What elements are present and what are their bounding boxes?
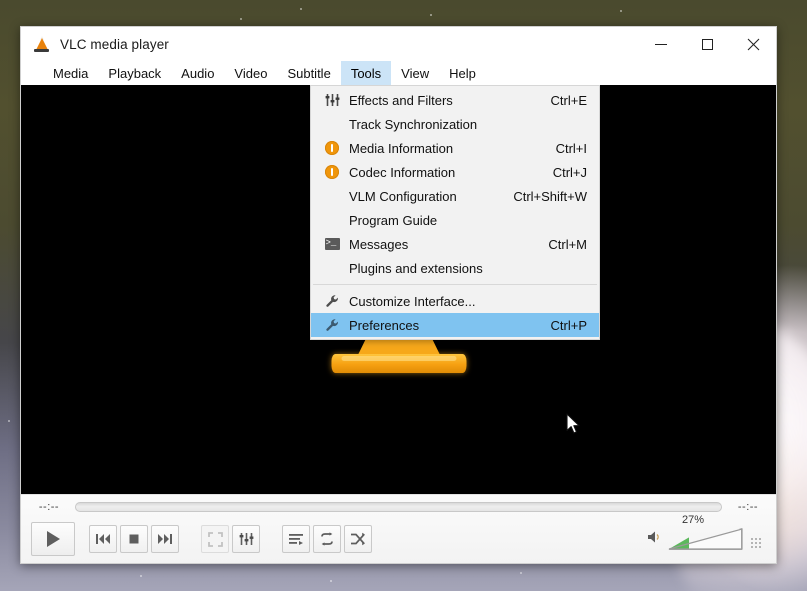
- vlc-cone-icon: [33, 35, 51, 53]
- next-button[interactable]: [151, 525, 179, 553]
- menu-item-preferences[interactable]: Preferences Ctrl+P: [311, 313, 599, 337]
- title-bar[interactable]: VLC media player: [21, 27, 776, 61]
- menu-item-shortcut: Ctrl+E: [550, 92, 587, 108]
- playlist-button[interactable]: [282, 525, 310, 553]
- loop-button[interactable]: [313, 525, 341, 553]
- menu-tools[interactable]: Tools: [340, 61, 392, 85]
- play-button[interactable]: [31, 522, 75, 556]
- info-icon: [317, 141, 347, 155]
- menu-item-track-synchronization[interactable]: Track Synchronization: [311, 112, 599, 136]
- menu-video[interactable]: Video: [224, 61, 277, 85]
- menu-item-label: Track Synchronization: [349, 116, 478, 132]
- menu-item-label: Preferences: [349, 317, 420, 333]
- shuffle-icon: [351, 532, 365, 546]
- tools-dropdown-menu: Effects and Filters Ctrl+E Track Synchro…: [310, 85, 600, 340]
- menu-item-codec-information[interactable]: Codec Information Ctrl+J: [311, 160, 599, 184]
- loop-icon: [321, 532, 333, 546]
- menu-item-label: Media Information: [349, 140, 454, 156]
- menu-item-label: Codec Information: [349, 164, 456, 180]
- menu-item-plugins-and-extensions[interactable]: Plugins and extensions: [311, 256, 599, 280]
- menu-item-shortcut: Ctrl+Shift+W: [513, 188, 587, 204]
- wrench-icon: [317, 318, 347, 333]
- menu-item-shortcut: Ctrl+J: [552, 164, 587, 180]
- menu-video-label: Video: [234, 65, 268, 81]
- menu-item-label: Program Guide: [349, 212, 438, 228]
- seek-row: --:-- --:--: [21, 495, 776, 519]
- menu-separator: [313, 284, 597, 285]
- speaker-icon[interactable]: [647, 530, 662, 549]
- menu-media[interactable]: Media: [43, 61, 98, 85]
- control-bar: --:-- --:-- 27%: [21, 494, 776, 563]
- menu-media-label: Media: [53, 65, 89, 81]
- menu-audio[interactable]: Audio: [171, 61, 224, 85]
- menu-item-customize-interface[interactable]: Customize Interface...: [311, 289, 599, 313]
- extended-settings-button[interactable]: [232, 525, 260, 553]
- playlist-icon: [289, 534, 303, 545]
- vlc-media-player-window: VLC media player Media Playback Audio Vi…: [20, 26, 777, 564]
- previous-icon: [96, 534, 110, 544]
- playlist-group: [282, 525, 372, 553]
- window-title: VLC media player: [60, 36, 169, 52]
- mouse-cursor: [566, 413, 582, 442]
- menu-item-label: Plugins and extensions: [349, 260, 483, 276]
- console-icon: [317, 236, 347, 250]
- resize-grip-icon[interactable]: [750, 537, 762, 549]
- menu-item-media-information[interactable]: Media Information Ctrl+I: [311, 136, 599, 160]
- stop-button[interactable]: [120, 525, 148, 553]
- seek-slider[interactable]: [75, 502, 722, 512]
- volume-control[interactable]: 27%: [647, 514, 766, 551]
- wrench-icon: [317, 294, 347, 309]
- menu-help[interactable]: Help: [439, 61, 486, 85]
- fullscreen-icon: [207, 531, 223, 547]
- shuffle-button[interactable]: [344, 525, 372, 553]
- volume-slider[interactable]: 27%: [668, 514, 743, 551]
- elapsed-time: --:--: [38, 501, 60, 513]
- menu-item-shortcut: Ctrl+I: [555, 140, 587, 156]
- equalizer-icon: [239, 533, 253, 545]
- menu-item-label: Customize Interface...: [349, 293, 476, 309]
- total-time: --:--: [737, 501, 759, 513]
- maximize-button[interactable]: [684, 27, 730, 61]
- window-controls: [638, 27, 776, 61]
- menu-view[interactable]: View: [391, 61, 439, 85]
- menu-subtitle-label: Subtitle: [287, 65, 331, 81]
- menu-item-messages[interactable]: Messages Ctrl+M: [311, 232, 599, 256]
- volume-label: 27%: [682, 514, 705, 526]
- button-row: 27%: [21, 514, 776, 563]
- close-icon: [747, 38, 759, 50]
- fullscreen-button[interactable]: [201, 525, 229, 553]
- info-icon: [317, 165, 347, 179]
- previous-button[interactable]: [89, 525, 117, 553]
- next-icon: [158, 534, 172, 544]
- menu-item-label: VLM Configuration: [349, 188, 457, 204]
- menu-view-label: View: [401, 65, 430, 81]
- menu-subtitle[interactable]: Subtitle: [277, 61, 340, 85]
- minimize-button[interactable]: [638, 27, 684, 61]
- menu-bar: Media Playback Audio Video Subtitle Tool…: [21, 61, 776, 85]
- menu-playback-label: Playback: [108, 65, 162, 81]
- maximize-icon: [701, 38, 713, 50]
- minimize-icon: [655, 43, 667, 45]
- menu-item-label: Messages: [349, 236, 409, 252]
- menu-audio-label: Audio: [181, 65, 215, 81]
- transport-group: [89, 525, 179, 553]
- menu-item-shortcut: Ctrl+M: [548, 236, 587, 252]
- menu-item-shortcut: Ctrl+P: [550, 317, 587, 333]
- volume-outline: [668, 528, 743, 550]
- menu-item-vlm-configuration[interactable]: VLM Configuration Ctrl+Shift+W: [311, 184, 599, 208]
- menu-item-program-guide[interactable]: Program Guide: [311, 208, 599, 232]
- menu-tools-label: Tools: [350, 65, 382, 81]
- view-group: [201, 525, 260, 553]
- video-surface[interactable]: Effects and Filters Ctrl+E Track Synchro…: [21, 85, 776, 494]
- play-icon: [47, 531, 60, 547]
- close-button[interactable]: [730, 27, 776, 61]
- menu-playback[interactable]: Playback: [98, 61, 171, 85]
- menu-item-effects-and-filters[interactable]: Effects and Filters Ctrl+E: [311, 88, 599, 112]
- stop-icon: [129, 534, 139, 544]
- menu-help-label: Help: [449, 65, 476, 81]
- equalizer-icon: [317, 93, 347, 107]
- menu-item-label: Effects and Filters: [349, 92, 453, 108]
